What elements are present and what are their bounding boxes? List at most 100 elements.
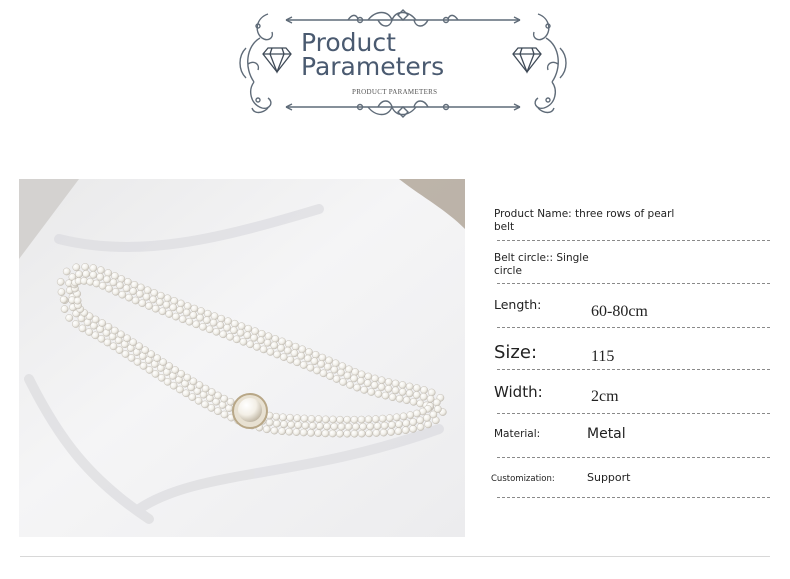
pearl [57,288,66,296]
pearl-belt-image [19,179,465,537]
pearl [317,360,326,368]
pearl [189,377,198,386]
pearl [402,419,411,428]
pearl [96,273,104,281]
pearl [131,296,140,305]
pearl [299,361,308,369]
pearl [219,330,227,339]
pearl [82,270,90,278]
pearl [65,314,74,322]
pearl [401,426,410,434]
bottom-divider [20,556,770,557]
pearl [75,270,83,278]
pearl [300,414,309,423]
pearl [323,362,332,371]
pearl [143,286,152,295]
pearl [122,284,131,293]
pearl [420,386,428,394]
pearl [336,429,344,438]
page-subtitle: PRODUCT PARAMETERS [352,88,438,96]
pearl [104,269,112,277]
pearl [73,296,82,305]
pearl [103,275,111,284]
pearl [209,318,218,327]
pearl [176,306,184,314]
pearl [343,371,352,380]
pearl [104,322,113,331]
pearl [201,400,209,409]
pearl [364,415,373,424]
pearl [409,397,418,406]
pearl [319,369,328,378]
pearl [284,340,293,348]
pearl [294,421,303,429]
pearl [272,419,281,428]
pearl [183,302,192,310]
pearl [366,422,375,431]
pearl [232,335,241,344]
param-row-customization: Customization: Support [490,458,780,498]
pearl [78,324,87,333]
pearl [158,307,167,316]
pearl [311,350,320,359]
param-label: Belt circle:: Single circle [494,252,589,277]
pearl [299,428,308,437]
pearl [305,348,313,356]
pearl [278,337,286,346]
pearl [243,331,252,340]
pearl [292,428,301,436]
pearl [329,415,337,424]
pearl [339,378,347,386]
pearl [72,263,81,272]
pearl [365,429,373,438]
pearl [377,376,386,385]
pearl [426,395,435,403]
pearl [190,304,199,313]
row-divider [497,497,770,498]
pearl [352,422,360,431]
pearl [370,381,379,389]
pearl [266,348,275,356]
pearl [125,293,133,302]
parameters-table: Product Name: three rows of pearl belt B… [490,205,780,505]
pearl [286,355,295,364]
pearl [321,429,330,438]
pearl [313,366,321,375]
pearl [290,349,299,357]
pearl [351,368,360,376]
param-row-size: Size: 115 [490,328,780,370]
pearl [392,413,401,422]
pearl [189,311,198,319]
pearl [157,373,166,382]
pearl [371,415,380,423]
pearl [419,392,428,401]
pearl [60,305,69,313]
pearl [203,316,211,324]
pearl [170,297,179,305]
pearl [270,341,279,350]
pearl [130,281,139,289]
pearl [371,374,379,383]
pearl [357,415,366,424]
pearl [285,427,294,436]
pearl [357,377,365,385]
pearl [265,418,274,427]
pearl [236,328,245,337]
pearl [406,411,415,419]
pearl [207,388,216,396]
pearl [117,275,126,283]
pearl [150,289,159,297]
pearl [304,354,312,363]
pearl [194,396,203,405]
pearl [224,317,232,325]
pearl [185,317,194,326]
pearl [387,428,395,436]
pearl [145,302,153,310]
pearl [263,338,272,347]
pearl [196,313,204,322]
pearl [225,404,233,412]
pearl [283,346,292,355]
pearl [251,327,259,335]
pearl [398,388,407,396]
pearl [398,381,407,389]
